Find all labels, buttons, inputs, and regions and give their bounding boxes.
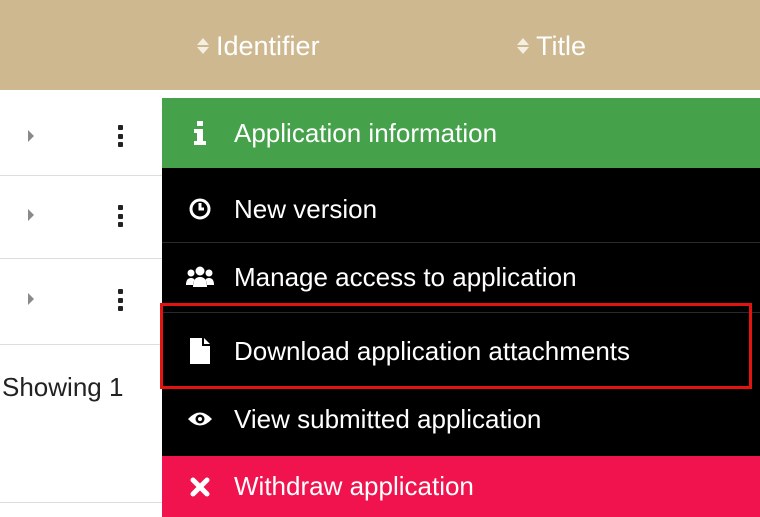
info-icon: [186, 119, 214, 147]
row-divider: [0, 258, 162, 259]
row-actions-kebab-icon[interactable]: [116, 125, 124, 147]
menu-item-label: View submitted application: [234, 403, 542, 434]
column-header-label: Title: [536, 30, 587, 61]
row-actions-kebab-icon[interactable]: [116, 205, 124, 227]
menu-item-label: Application information: [234, 117, 498, 148]
menu-item-view-submitted[interactable]: View submitted application: [162, 384, 760, 454]
row-actions-kebab-icon[interactable]: [116, 289, 124, 311]
column-header-title[interactable]: Title: [516, 28, 586, 64]
menu-item-label: Withdraw application: [234, 471, 474, 501]
menu-item-label: New version: [234, 193, 378, 224]
highlight-box: [160, 303, 752, 389]
sort-icon: [516, 38, 530, 54]
expand-row-caret-icon[interactable]: [28, 209, 34, 221]
users-icon: [186, 263, 214, 291]
menu-item-new-version[interactable]: New version: [162, 176, 760, 242]
eye-icon: [186, 405, 214, 433]
pagination-info: Showing 1: [2, 372, 124, 402]
column-header-identifier[interactable]: Identifier: [196, 28, 320, 64]
close-icon: [186, 473, 214, 501]
row-divider: [0, 175, 162, 176]
expand-row-caret-icon[interactable]: [28, 130, 34, 142]
menu-item-manage-access[interactable]: Manage access to application: [162, 242, 760, 312]
row-divider: [0, 344, 162, 345]
menu-item-application-information[interactable]: Application information: [162, 98, 760, 168]
clock-icon: [186, 195, 214, 223]
table-bottom-divider: [0, 502, 162, 503]
menu-item-label: Manage access to application: [234, 261, 577, 292]
sort-icon: [196, 38, 210, 54]
expand-row-caret-icon[interactable]: [28, 293, 34, 305]
table-header: Identifier Title: [0, 0, 760, 90]
column-header-label: Identifier: [216, 30, 320, 61]
menu-item-withdraw[interactable]: Withdraw application: [162, 456, 760, 517]
